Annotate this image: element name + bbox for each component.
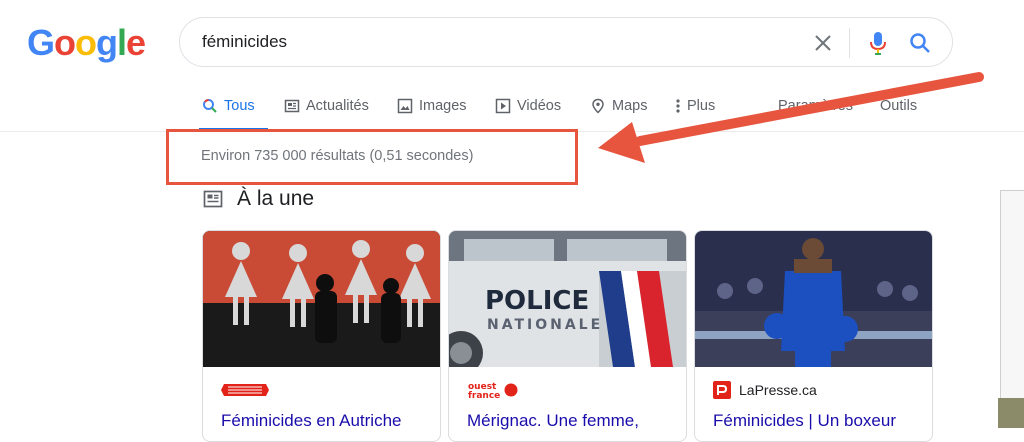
svg-text:POLICE: POLICE — [485, 286, 589, 316]
tab-maps[interactable]: Maps — [590, 96, 647, 116]
tab-label: Images — [419, 98, 467, 114]
tab-all[interactable]: Tous — [202, 96, 255, 116]
annotation-highlight-box — [166, 129, 578, 185]
liberation-logo-icon — [221, 384, 269, 396]
news-card-image — [203, 231, 440, 367]
svg-text:france: france — [468, 391, 500, 400]
news-card[interactable]: POLICE NATIONALE ouest france Mérignac. … — [448, 230, 687, 442]
tab-settings[interactable]: Paramètres — [778, 96, 853, 116]
tab-label: Paramètres — [778, 98, 853, 114]
news-heading: À la une — [203, 186, 314, 212]
image-icon — [397, 98, 413, 114]
news-icon — [203, 190, 223, 208]
news-card-source-name: LaPresse.ca — [739, 382, 817, 398]
tab-videos[interactable]: Vidéos — [495, 96, 561, 116]
tab-label: Plus — [687, 98, 716, 114]
news-card-image — [695, 231, 932, 367]
lapresse-logo-icon — [713, 381, 731, 399]
news-card-source — [221, 380, 277, 400]
clear-button[interactable] — [808, 28, 838, 58]
news-card-source: LaPresse.ca — [713, 380, 817, 400]
tab-label: Tous — [224, 98, 255, 114]
news-icon — [284, 99, 300, 113]
tab-tools[interactable]: Outils — [880, 96, 917, 116]
news-card-image: POLICE NATIONALE — [449, 231, 686, 367]
tab-images[interactable]: Images — [397, 96, 467, 116]
video-icon — [495, 98, 511, 114]
svg-text:NATIONALE: NATIONALE — [487, 317, 603, 333]
google-logo[interactable]: Google — [27, 22, 146, 64]
news-card[interactable]: LaPresse.ca Féminicides | Un boxeur — [694, 230, 933, 442]
side-thumbnail — [998, 398, 1024, 428]
microphone-icon — [870, 32, 886, 55]
tab-label: Maps — [612, 98, 648, 114]
tab-more[interactable]: Plus — [675, 96, 715, 116]
ouest-france-logo-icon: ouest france — [468, 382, 518, 400]
news-card-title[interactable]: Féminicides | Un boxeur — [713, 411, 896, 431]
tab-label: Outils — [880, 98, 918, 114]
search-icon — [910, 33, 930, 53]
map-pin-icon — [592, 98, 604, 114]
news-card[interactable]: Féminicides en Autriche — [202, 230, 441, 442]
tab-news[interactable]: Actualités — [284, 96, 369, 116]
search-icon — [203, 99, 217, 113]
news-card-title[interactable]: Mérignac. Une femme, — [467, 411, 639, 431]
search-box — [179, 17, 953, 67]
tab-label: Vidéos — [517, 98, 562, 114]
news-card-source: ouest france — [467, 380, 527, 400]
close-icon — [815, 35, 831, 51]
voice-search-button[interactable] — [863, 28, 893, 58]
search-button[interactable] — [905, 28, 935, 58]
search-input[interactable] — [202, 30, 762, 54]
search-divider — [849, 28, 850, 58]
news-card-title[interactable]: Féminicides en Autriche — [221, 411, 401, 431]
tab-label: Actualités — [306, 98, 369, 114]
search-tabs: Tous Actualités Images Vidéos Maps Plus … — [0, 90, 1024, 132]
news-heading-title: À la une — [237, 187, 315, 210]
side-panel-edge — [1000, 190, 1024, 402]
more-vert-icon — [676, 99, 680, 113]
